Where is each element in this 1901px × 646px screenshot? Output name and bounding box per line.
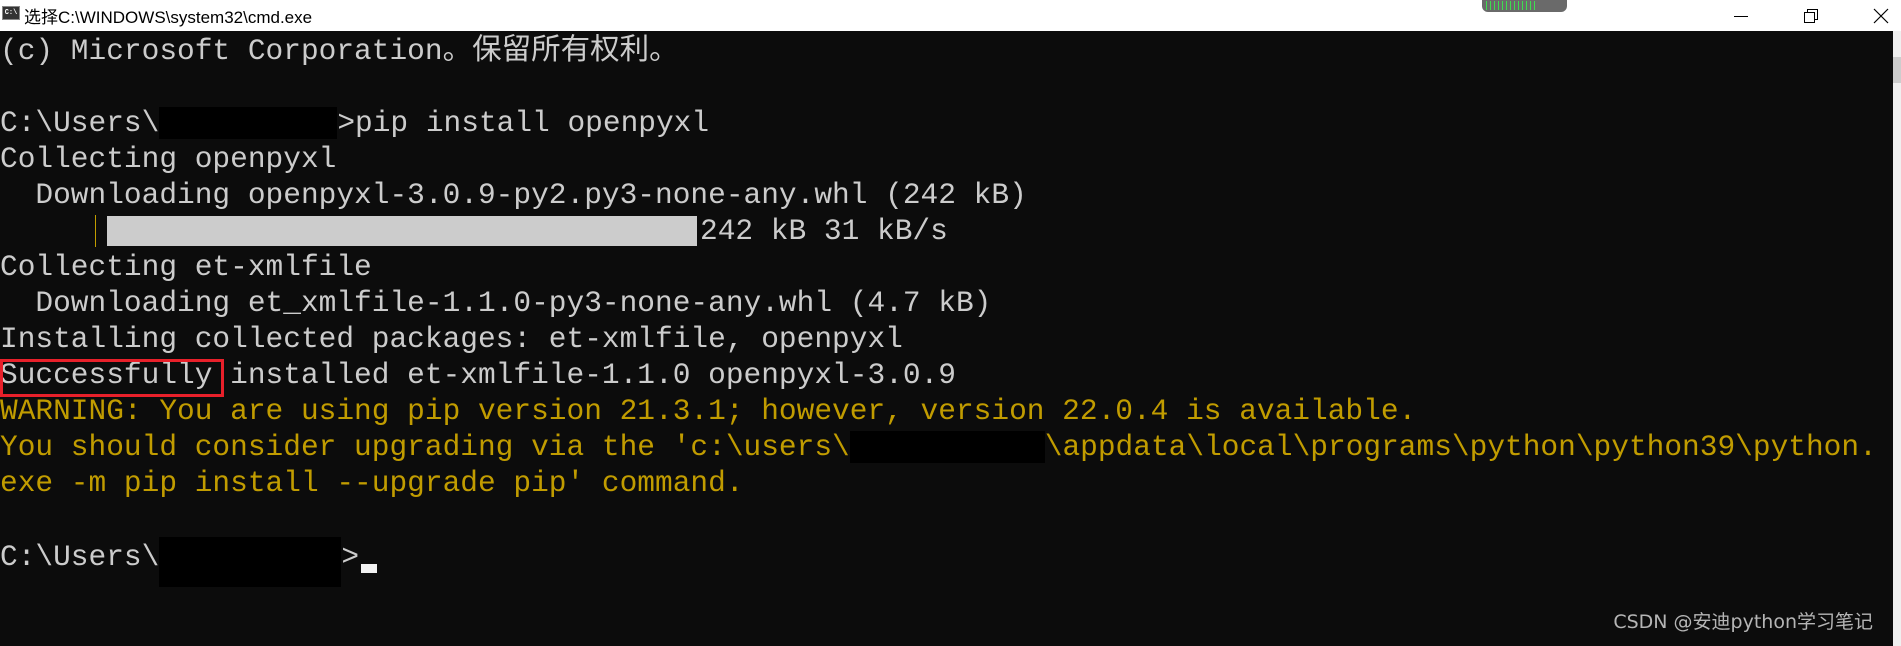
activity-meter-fill	[1486, 1, 1537, 10]
scrollbar-thumb[interactable]	[1893, 57, 1901, 83]
redacted-username	[159, 107, 338, 140]
watermark: CSDN @安迪python学习笔记	[1613, 611, 1873, 633]
terminal-output[interactable]: (c) Microsoft Corporation。保留所有权利。 C:\Use…	[0, 31, 1893, 646]
redacted-username	[849, 431, 1045, 464]
activity-meter	[1482, 0, 1567, 12]
window-title: 选择C:\WINDOWS\system32\cmd.exe	[24, 8, 313, 27]
output-line: Installing collected packages: et-xmlfil…	[0, 322, 903, 356]
command-text: >pip install openpyxl	[337, 106, 710, 140]
upgrade-prefix: You should consider upgrading via the 'c…	[0, 430, 850, 464]
output-line: Downloading openpyxl-3.0.9-py2.py3-none-…	[0, 178, 1027, 212]
warning-line: WARNING: You are using pip version 21.3.…	[0, 394, 1417, 428]
text-cursor	[361, 564, 378, 573]
close-button[interactable]	[1851, 0, 1901, 31]
cmd-icon: C:\	[2, 6, 20, 20]
output-line: Downloading et_xmlfile-1.1.0-py3-none-an…	[0, 286, 992, 320]
upgrade-line: You should consider upgrading via the 'c…	[0, 429, 1877, 465]
restore-icon	[1804, 8, 1818, 23]
vertical-scrollbar[interactable]	[1893, 31, 1901, 646]
highlight-box	[0, 359, 224, 397]
minimize-icon	[1734, 15, 1748, 17]
close-icon	[1873, 8, 1889, 23]
success-rest: installed et-xmlfile-1.1.0 openpyxl-3.0.…	[212, 358, 956, 392]
redacted-username	[159, 537, 342, 587]
progress-text: 242 kB 31 kB/s	[700, 214, 948, 248]
title-bar: C:\ 选择C:\WINDOWS\system32\cmd.exe	[0, 0, 1901, 31]
progress-tick	[95, 215, 96, 247]
output-line: Collecting openpyxl	[0, 142, 337, 176]
prompt-line: C:\Users\ >pip install openpyxl	[0, 105, 709, 141]
copyright-line: (c) Microsoft Corporation。保留所有权利。	[0, 34, 679, 68]
output-line: Collecting et-xmlfile	[0, 250, 372, 284]
upgrade-line-2: exe -m pip install --upgrade pip' comman…	[0, 466, 744, 500]
progress-bar	[107, 216, 697, 246]
prompt-path: C:\Users\	[0, 106, 160, 140]
prompt-path: C:\Users\	[0, 540, 160, 574]
prompt-symbol: >	[341, 540, 360, 574]
upgrade-suffix: \appdata\local\programs\python\python39\…	[1044, 430, 1877, 464]
prompt-line: C:\Users\ >	[0, 537, 378, 587]
progress-line: 242 kB 31 kB/s	[0, 213, 1000, 249]
minimize-button[interactable]	[1711, 0, 1771, 31]
restore-button[interactable]	[1781, 0, 1841, 31]
